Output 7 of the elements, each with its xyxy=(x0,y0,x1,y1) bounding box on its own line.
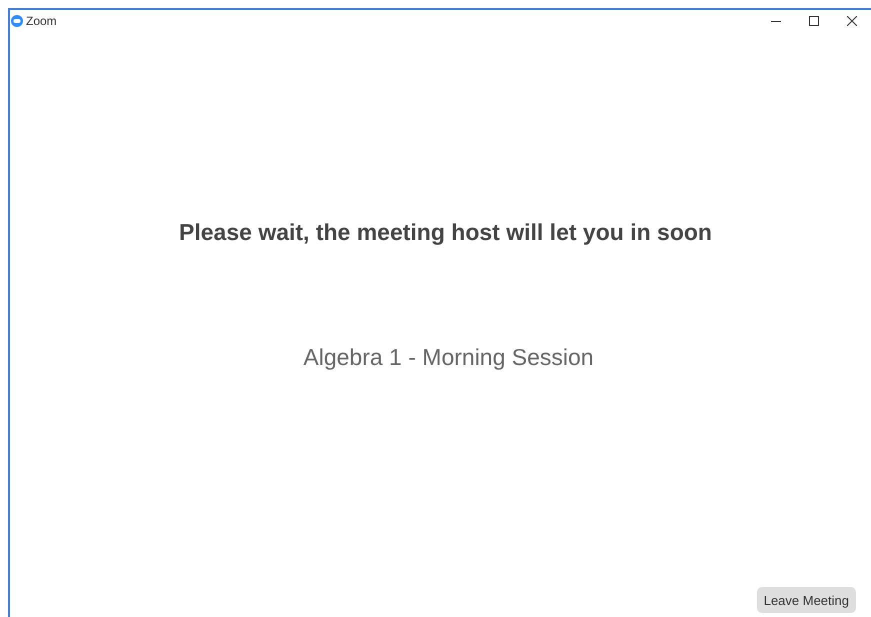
waiting-message: Please wait, the meeting host will let you in soon xyxy=(178,219,712,246)
close-icon xyxy=(847,16,857,26)
meeting-title: Algebra 1 - Morning Session xyxy=(302,344,594,371)
app-logo-icon xyxy=(11,15,23,27)
maximize-icon xyxy=(809,16,819,26)
leave-meeting-button[interactable]: Leave Meeting xyxy=(756,587,856,613)
window-title: Zoom xyxy=(26,14,57,28)
